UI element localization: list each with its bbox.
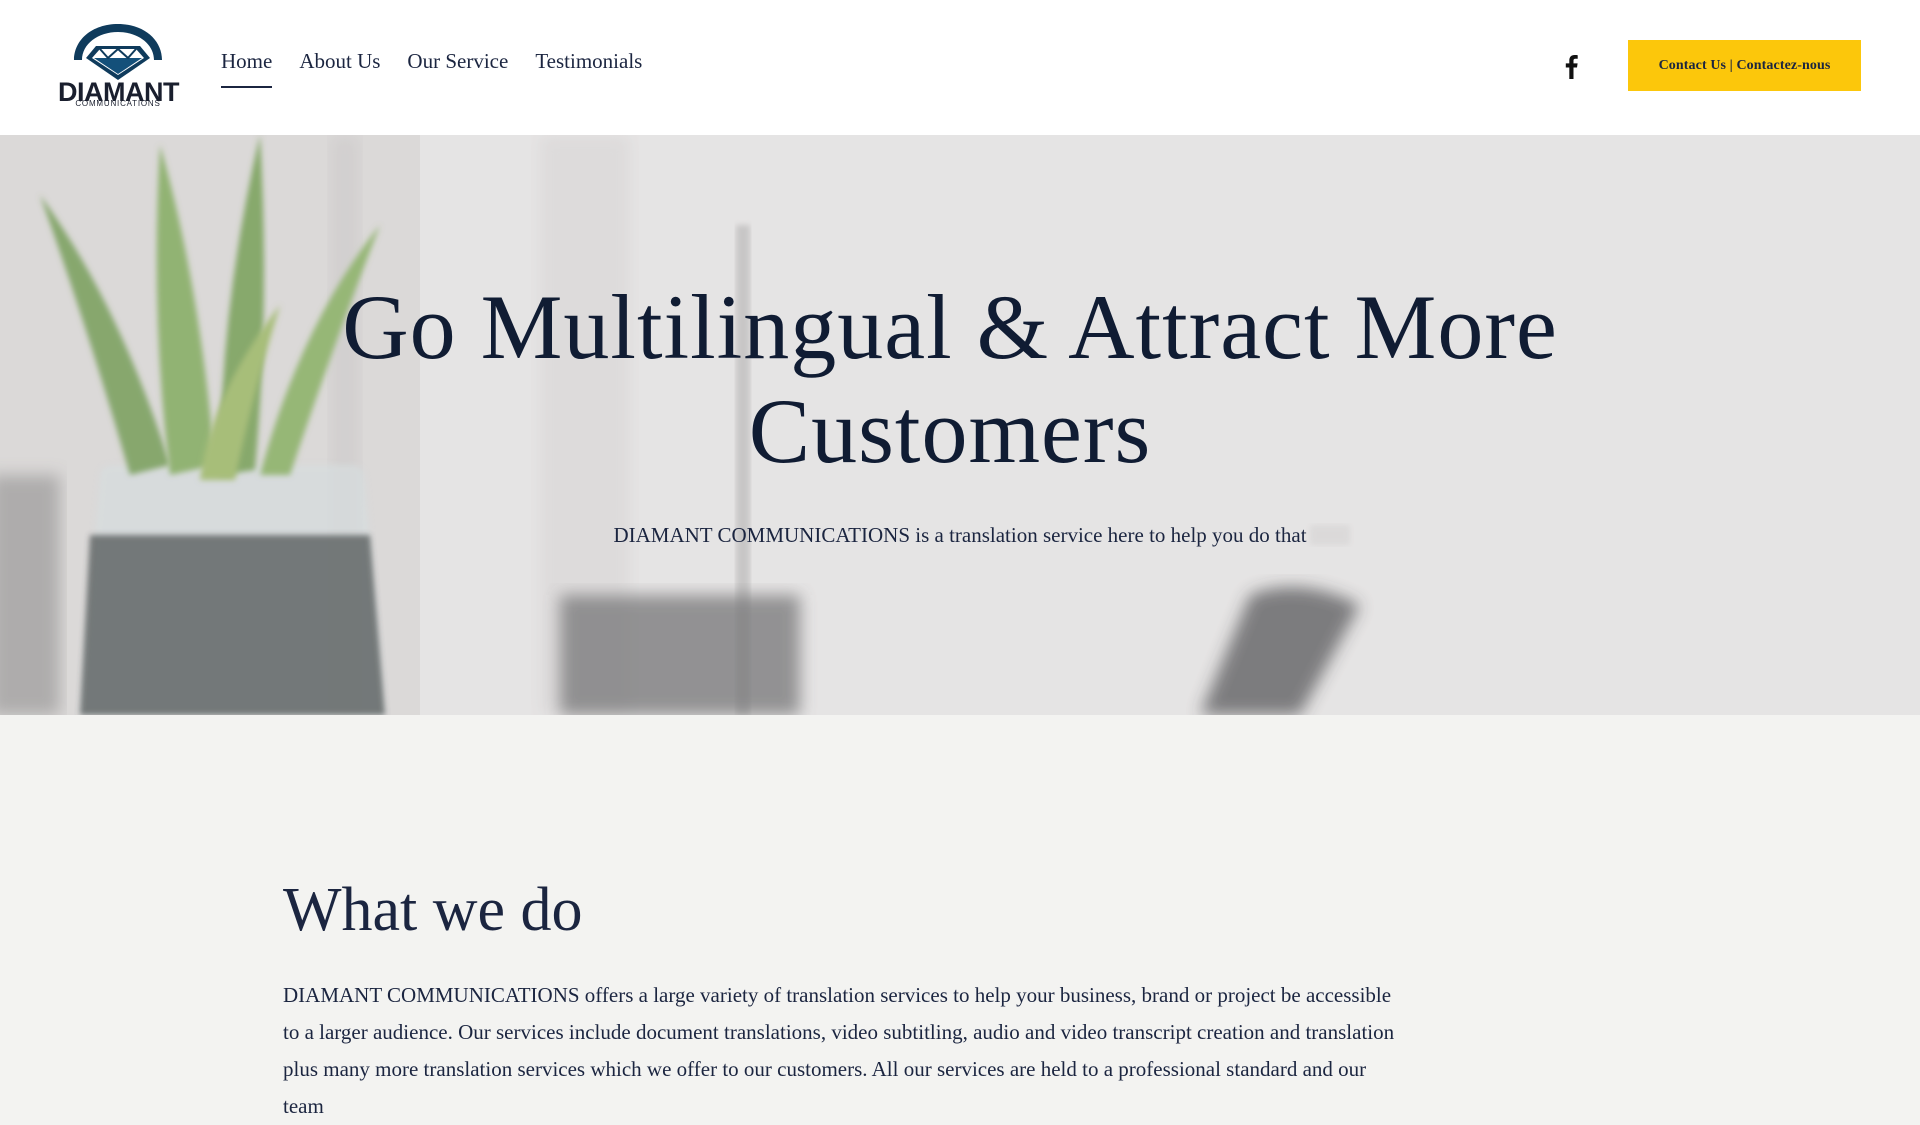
hero-banner: Go Multilingual & Attract More Customers… <box>0 135 1920 715</box>
nav-our-service[interactable]: Our Service <box>407 48 508 88</box>
main-nav: Home About Us Our Service Testimonials <box>221 48 642 88</box>
facebook-icon[interactable] <box>1561 53 1581 79</box>
logo[interactable]: DIAMANT COMMUNICATIONS <box>58 20 179 112</box>
hero-subtitle: DIAMANT COMMUNICATIONS is a translation … <box>613 523 1307 547</box>
nav-home[interactable]: Home <box>221 48 273 88</box>
section-title: What we do <box>283 876 583 944</box>
diamond-logo-icon <box>74 24 162 80</box>
section-body-text: DIAMANT COMMUNICATIONS offers a large va… <box>283 983 1395 1118</box>
nav-testimonials[interactable]: Testimonials <box>535 48 642 88</box>
what-we-do-section: What we do DIAMANT COMMUNICATIONS offers… <box>0 715 1920 1118</box>
nav-about-us[interactable]: About Us <box>299 48 380 88</box>
hero-title: Go Multilingual & Attract More Customers <box>342 276 1558 482</box>
contact-us-button[interactable]: Contact Us | Contactez-nous <box>1628 40 1861 91</box>
site-header: DIAMANT COMMUNICATIONS Home About Us Our… <box>0 0 1920 135</box>
logo-subtext: COMMUNICATIONS <box>75 99 161 108</box>
